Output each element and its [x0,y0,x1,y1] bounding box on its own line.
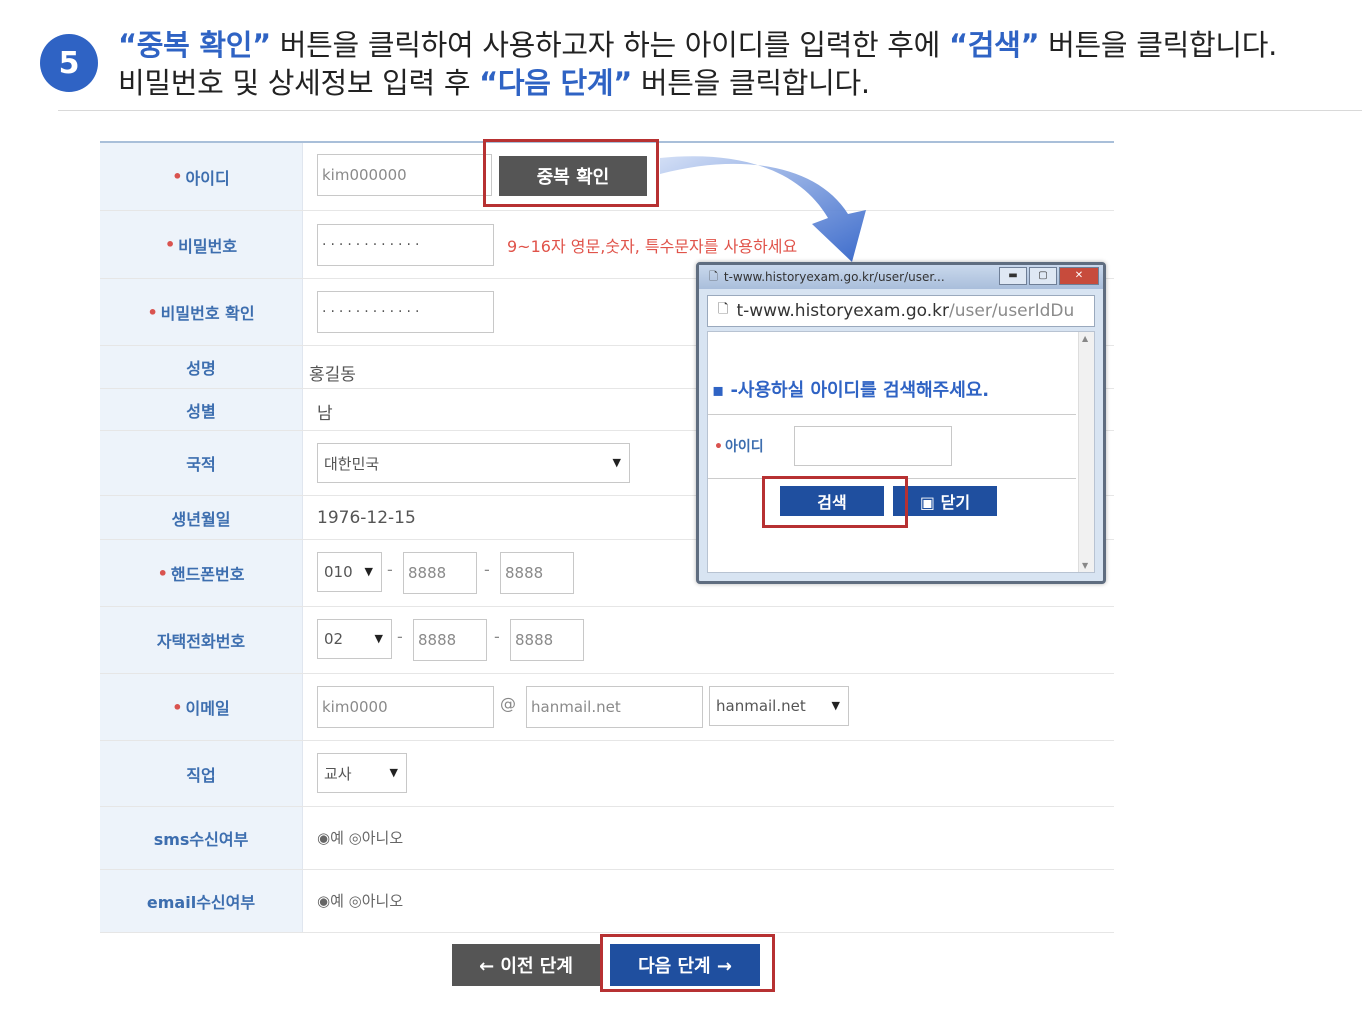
label-nationality: 국적 [100,431,303,495]
popup-divider [708,414,1076,415]
label-email-receive: email수신여부 [100,870,303,932]
row-email: 이메일 kim0000 @ hanmail.net hanmail.net ▼ [100,674,1114,741]
instruction-text: 버튼을 클릭하여 사용하고자 하는 아이디를 입력한 후에 [270,28,949,62]
job-select[interactable]: 교사 ▼ [317,753,407,793]
nationality-select[interactable]: 대한민국 ▼ [317,443,630,483]
popup-address-bar[interactable]: 🗋 t-www.historyexam.go.kr/user/userIdDu [707,295,1095,327]
home-phone-separator: - [397,627,403,646]
home-phone-separator: - [494,627,500,646]
email-at-sign: @ [500,694,516,713]
id-input[interactable]: kim000000 [317,154,492,196]
email-domain-input[interactable]: hanmail.net [526,686,703,728]
minimize-icon[interactable]: ▬ [999,267,1027,285]
email-domain-select-value: hanmail.net [716,697,806,715]
id-search-popup: 🗋 t-www.historyexam.go.kr/user/user... ▬… [696,262,1106,584]
maximize-icon[interactable]: ▢ [1029,267,1057,285]
email-local-input[interactable]: kim0000 [317,686,494,728]
url-path: /user/userIdDu [949,301,1075,321]
highlight-duplicate-check [483,139,659,207]
popup-id-input[interactable] [794,426,952,466]
dropdown-arrow-icon: ▼ [374,632,383,645]
prev-step-button[interactable]: ← 이전 단계 [452,944,600,986]
instruction-highlight: “중복 확인” [118,28,271,62]
highlight-search-button [762,476,908,528]
instruction-highlight: “검색” [948,28,1040,62]
dropdown-arrow-icon: ▼ [612,456,621,469]
row-home-phone: 자택전화번호 02 ▼ - 8888 - 8888 [100,607,1114,674]
popup-scrollbar[interactable]: ▲ ▼ [1078,332,1094,572]
header-divider [58,110,1362,111]
label-password: 비밀번호 [100,211,303,278]
nationality-value: 대한민국 [324,454,380,473]
job-value: 교사 [324,764,352,783]
label-sms: sms수신여부 [100,807,303,869]
page-icon: 🗋 [709,269,718,283]
password-input[interactable]: ············ [317,224,494,266]
row-email-receive: email수신여부 ◉예 ◎아니오 [100,870,1114,933]
instruction-highlight: “다음 단계” [479,66,632,100]
birthdate-value: 1976-12-15 [317,508,416,528]
popup-id-label: 아이디 [714,436,764,456]
home-phone-mid-input[interactable]: 8888 [413,619,487,661]
popup-body: ▪ -사용하실 아이디를 검색해주세요. 아이디 검색 ▣ 닫기 ▲ ▼ [707,331,1095,573]
step-number-badge: 5 [40,34,98,92]
instruction-text: 버튼을 클릭합니다. [1039,28,1278,62]
label-password-confirm: 비밀번호 확인 [100,279,303,345]
home-phone-prefix-value: 02 [324,630,344,648]
instruction-text: 비밀번호 및 상세정보 입력 후 [118,66,480,100]
mobile-mid-input[interactable]: 8888 [403,552,477,594]
highlight-next-step [600,934,775,992]
label-email: 이메일 [100,674,303,740]
mobile-prefix-value: 010 [324,563,353,581]
popup-close-button[interactable]: ▣ 닫기 [893,486,997,516]
mobile-last-input[interactable]: 8888 [500,552,574,594]
popup-message: ▪ -사용하실 아이디를 검색해주세요. [712,380,990,401]
name-value: 홍길동 [309,365,356,385]
mobile-separator: - [484,560,490,579]
instruction-text: 버튼을 클릭합니다. [632,66,870,100]
label-name: 성명 [100,346,303,388]
label-gender: 성별 [100,389,303,430]
email-domain-select[interactable]: hanmail.net ▼ [709,686,849,726]
gender-value: 남 [317,404,333,424]
sms-radio-group[interactable]: ◉예 ◎아니오 [317,827,403,848]
dropdown-arrow-icon: ▼ [831,699,840,712]
label-mobile: 핸드폰번호 [100,540,303,606]
email-receive-radio-group[interactable]: ◉예 ◎아니오 [317,890,403,911]
popup-titlebar: 🗋 t-www.historyexam.go.kr/user/user... ▬… [699,265,1103,289]
dropdown-arrow-icon: ▼ [364,565,373,578]
scroll-down-icon[interactable]: ▼ [1082,561,1088,570]
close-icon[interactable]: ✕ [1059,267,1099,285]
mobile-prefix-select[interactable]: 010 ▼ [317,552,382,592]
home-phone-last-input[interactable]: 8888 [510,619,584,661]
label-id: 아이디 [100,143,303,210]
password-hint: 9~16자 영문,숫자, 특수문자를 사용하세요 [507,237,798,256]
label-birthdate: 생년월일 [100,496,303,539]
scroll-up-icon[interactable]: ▲ [1082,334,1088,343]
page-icon: 🗋 [718,302,729,317]
home-phone-prefix-select[interactable]: 02 ▼ [317,619,392,659]
url-main: t-www.historyexam.go.kr [736,301,950,321]
instruction-line-1: “중복 확인” 버튼을 클릭하여 사용하고자 하는 아이디를 입력한 후에 “검… [118,22,1277,64]
label-job: 직업 [100,741,303,806]
instruction-line-2: 비밀번호 및 상세정보 입력 후 “다음 단계” 버튼을 클릭합니다. [118,60,870,102]
row-job: 직업 교사 ▼ [100,741,1114,807]
dropdown-arrow-icon: ▼ [389,766,398,779]
popup-title: t-www.historyexam.go.kr/user/user... [723,270,945,284]
row-sms: sms수신여부 ◉예 ◎아니오 [100,807,1114,870]
mobile-separator: - [387,560,393,579]
password-confirm-input[interactable]: ············ [317,291,494,333]
label-home-phone: 자택전화번호 [100,607,303,673]
